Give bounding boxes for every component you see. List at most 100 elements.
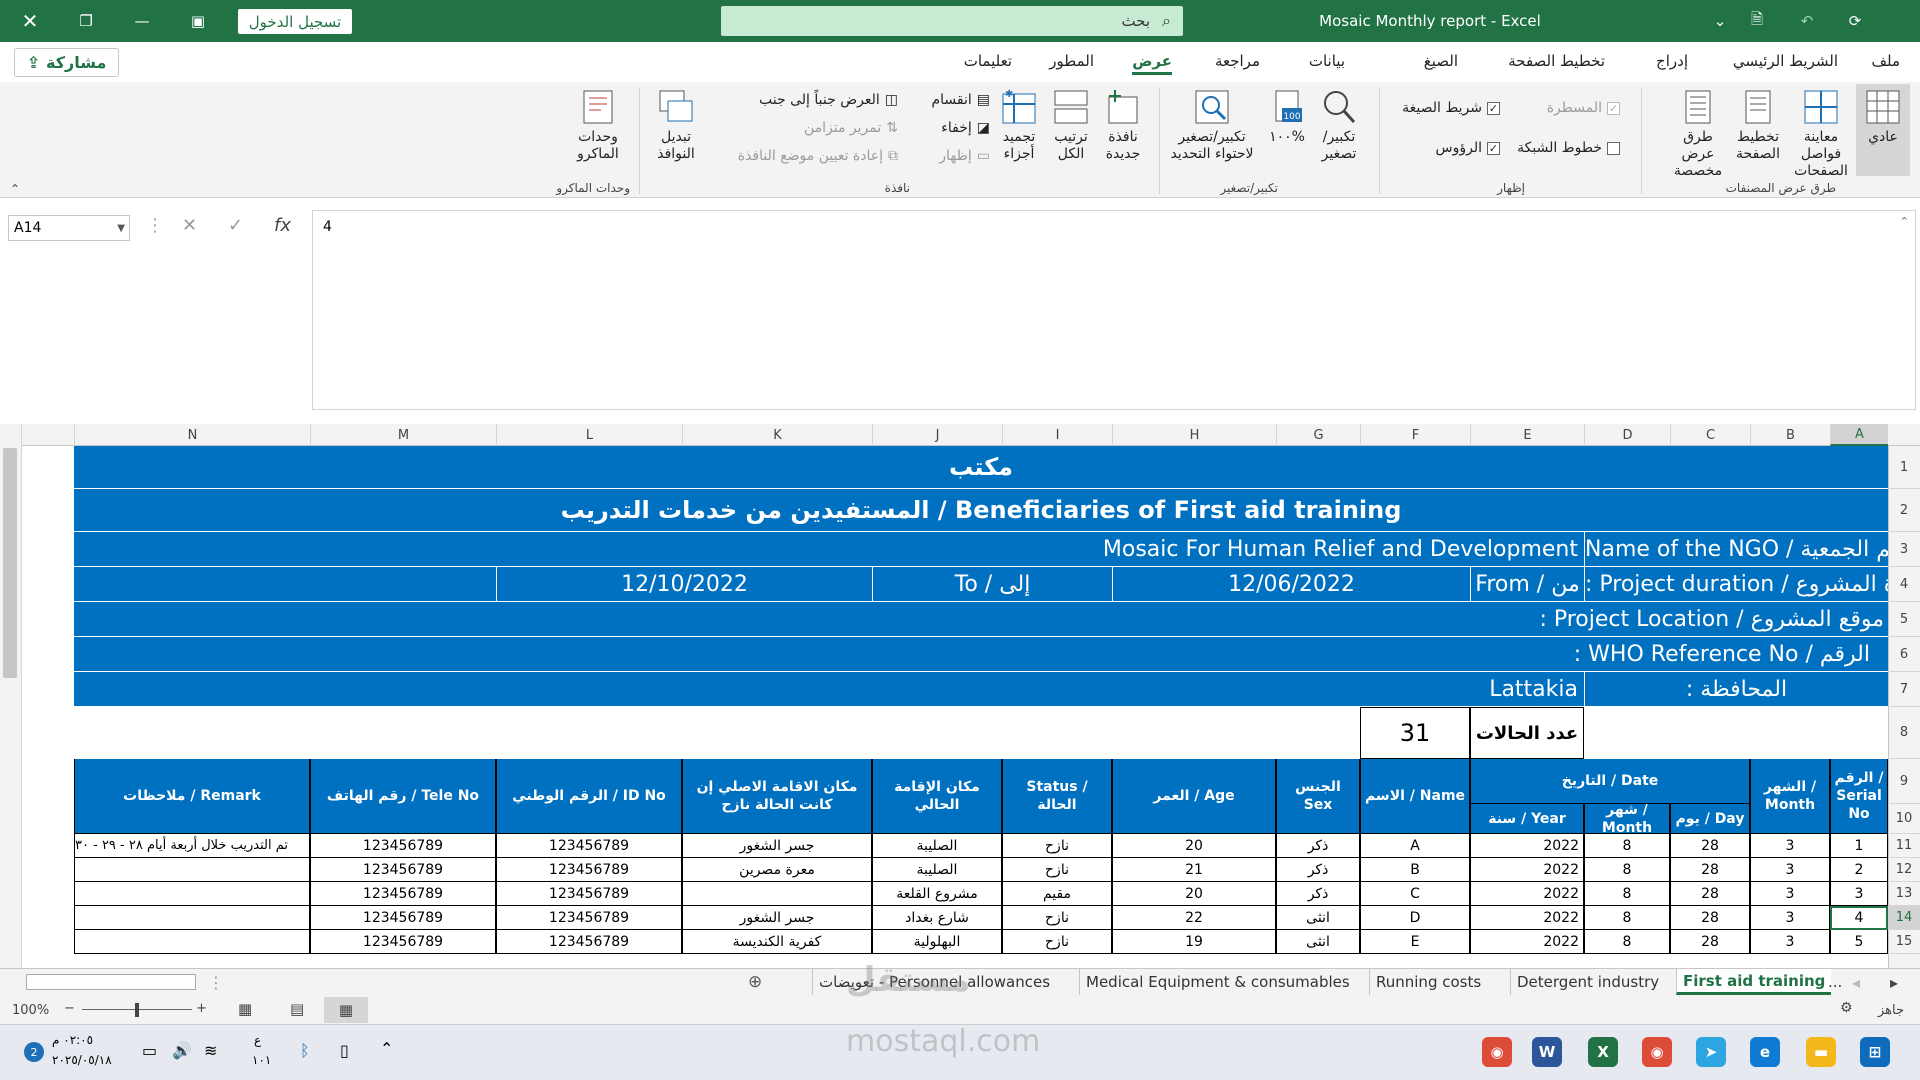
close-icon[interactable]: ✕ <box>10 0 50 42</box>
usb-icon[interactable]: ▯ <box>340 1041 349 1060</box>
header-age[interactable]: العمر / Age <box>1112 759 1276 834</box>
normal-view-icon[interactable]: ▦ <box>324 997 368 1023</box>
cell-sex[interactable]: ذكر <box>1276 834 1360 858</box>
cell-status[interactable]: نازح <box>1002 930 1112 954</box>
cell-id[interactable]: 123456789 <box>496 858 682 882</box>
save-as-icon[interactable]: 🗎 <box>1742 0 1772 42</box>
cell-remark[interactable] <box>74 930 310 954</box>
column-header-d[interactable]: D <box>1584 424 1670 446</box>
row-header-11[interactable]: 11 <box>1888 834 1920 858</box>
hide-button[interactable]: إخفاء ◪ <box>941 120 990 136</box>
office-title[interactable]: مكتب <box>74 446 1888 489</box>
tab-developer[interactable]: المطور <box>1049 52 1094 70</box>
cell-name[interactable]: B <box>1360 858 1470 882</box>
collapse-formula-icon[interactable]: ⌃ <box>1900 215 1909 228</box>
cell-month[interactable]: 3 <box>1750 858 1830 882</box>
view-side-by-side-button[interactable]: العرض جنباً إلى جنب ◫ <box>759 92 898 108</box>
cell-residence[interactable]: الصليبة <box>872 834 1002 858</box>
cell-day[interactable]: 28 <box>1670 882 1750 906</box>
page-layout-view-button[interactable]: تخطيط الصفحة <box>1730 88 1786 163</box>
cell-origin[interactable]: جسر الشغور <box>682 906 872 930</box>
cell-dmonth[interactable]: 8 <box>1584 906 1670 930</box>
cases-value[interactable]: 31 <box>1360 707 1470 759</box>
cell-status[interactable]: نازح <box>1002 858 1112 882</box>
edge-icon[interactable]: e <box>1750 1037 1780 1067</box>
cell-origin[interactable]: معرة مصرين <box>682 858 872 882</box>
row-header-6[interactable]: 6 <box>1888 637 1920 672</box>
cell-name[interactable]: E <box>1360 930 1470 954</box>
cell-year[interactable]: 2022 <box>1470 858 1584 882</box>
tab-insert[interactable]: إدراج <box>1656 52 1688 70</box>
header-day[interactable]: يوم / Day <box>1670 804 1750 834</box>
cell-remark[interactable] <box>74 882 310 906</box>
zoom-in-icon[interactable]: + <box>196 1001 207 1016</box>
header-name[interactable]: الاسم / Name <box>1360 759 1470 834</box>
cell-serial[interactable]: 5 <box>1830 930 1888 954</box>
cell-tele[interactable]: 123456789 <box>310 882 496 906</box>
duration-label[interactable]: مدة المشروع / Project duration : <box>1584 567 1888 602</box>
row-header-9[interactable]: 9 <box>1888 759 1920 804</box>
vertical-scrollbar[interactable] <box>0 424 22 968</box>
header-date-month[interactable]: شهر / Month <box>1584 804 1670 834</box>
cell-month[interactable]: 3 <box>1750 882 1830 906</box>
cell-status[interactable]: نازح <box>1002 906 1112 930</box>
formula-input[interactable]: 4 ⌃ <box>312 210 1916 410</box>
cell-sex[interactable]: ذكر <box>1276 882 1360 906</box>
new-window-button[interactable]: نافذة جديدة <box>1098 88 1148 163</box>
cell-day[interactable]: 28 <box>1670 906 1750 930</box>
cell-serial[interactable]: 3 <box>1830 882 1888 906</box>
arrange-all-button[interactable]: ترتيب الكل <box>1046 88 1096 163</box>
row-header-8[interactable]: 8 <box>1888 707 1920 759</box>
header-date[interactable]: التاريخ / Date <box>1470 759 1750 804</box>
zoom-100-button[interactable]: 100 ١٠٠% <box>1262 88 1312 146</box>
cell-age[interactable]: 19 <box>1112 930 1276 954</box>
location-label[interactable]: موقع المشروع / Project Location : <box>74 602 1888 637</box>
cell-status[interactable]: مقيم <box>1002 882 1112 906</box>
tab-data[interactable]: بيانات <box>1309 52 1345 70</box>
page-break-view-icon[interactable]: ▦ <box>238 1000 252 1018</box>
signin-button[interactable]: تسجيل الدخول <box>238 9 352 34</box>
cell-remark[interactable] <box>74 906 310 930</box>
cell-sex[interactable]: انثى <box>1276 930 1360 954</box>
bluetooth-icon[interactable]: ᛒ <box>300 1041 310 1060</box>
name-box[interactable]: A14 ▼ <box>8 215 130 241</box>
scroll-left-icon[interactable]: ◂ <box>1852 973 1860 992</box>
header-month[interactable]: الشهر / Month <box>1750 759 1830 834</box>
scroll-thumb[interactable] <box>3 448 17 678</box>
insert-function-icon[interactable]: fx <box>274 215 291 236</box>
column-header-m[interactable]: M <box>310 424 496 446</box>
cell-serial[interactable]: 4 <box>1830 906 1888 930</box>
to-value[interactable]: 12/10/2022 <box>496 567 872 602</box>
ribbon-display-icon[interactable]: ▣ <box>178 0 218 42</box>
header-tele[interactable]: رقم الهاتف / Tele No <box>310 759 496 834</box>
formula-bar-checkbox[interactable]: شريط الصيغة ✓ <box>1402 100 1500 116</box>
battery-icon[interactable]: ▭ <box>142 1041 157 1060</box>
cell-residence[interactable]: البهلولية <box>872 930 1002 954</box>
excel-icon[interactable]: X <box>1588 1037 1618 1067</box>
reset-window-position-button[interactable]: إعادة تعيين موضع النافذة ⧉ <box>738 148 898 164</box>
tab-home[interactable]: الشريط الرئيسي <box>1733 52 1838 70</box>
column-header-i[interactable]: I <box>1002 424 1112 446</box>
cell-year[interactable]: 2022 <box>1470 834 1584 858</box>
tab-formulas[interactable]: الصيغ <box>1424 52 1458 70</box>
row-header-15[interactable]: 15 <box>1888 930 1920 954</box>
column-header-a[interactable]: A <box>1830 424 1888 446</box>
header-residence[interactable]: مكان الإقامة الحالي <box>872 759 1002 834</box>
cell-remark[interactable]: تم التدريب خلال أربعة أيام ٢٨ - ٢٩ - ٣٠ <box>74 834 310 858</box>
cancel-icon[interactable]: ✕ <box>182 215 197 236</box>
cell-day[interactable]: 28 <box>1670 834 1750 858</box>
column-header-b[interactable]: B <box>1750 424 1830 446</box>
cell-id[interactable]: 123456789 <box>496 930 682 954</box>
governorate-value[interactable]: Lattakia <box>74 672 1584 707</box>
header-id[interactable]: الرقم الوطني / ID No <box>496 759 682 834</box>
cell-sex[interactable]: انثى <box>1276 906 1360 930</box>
cell-status[interactable]: نازح <box>1002 834 1112 858</box>
chrome-icon[interactable]: ◉ <box>1482 1037 1512 1067</box>
volume-icon[interactable]: 🔊 <box>172 1041 192 1060</box>
row-header-4[interactable]: 4 <box>1888 567 1920 602</box>
cell-id[interactable]: 123456789 <box>496 834 682 858</box>
column-header-l[interactable]: L <box>496 424 682 446</box>
cell-tele[interactable]: 123456789 <box>310 858 496 882</box>
page-layout-view-icon[interactable]: ▤ <box>290 1000 304 1018</box>
column-header-n[interactable]: N <box>74 424 310 446</box>
